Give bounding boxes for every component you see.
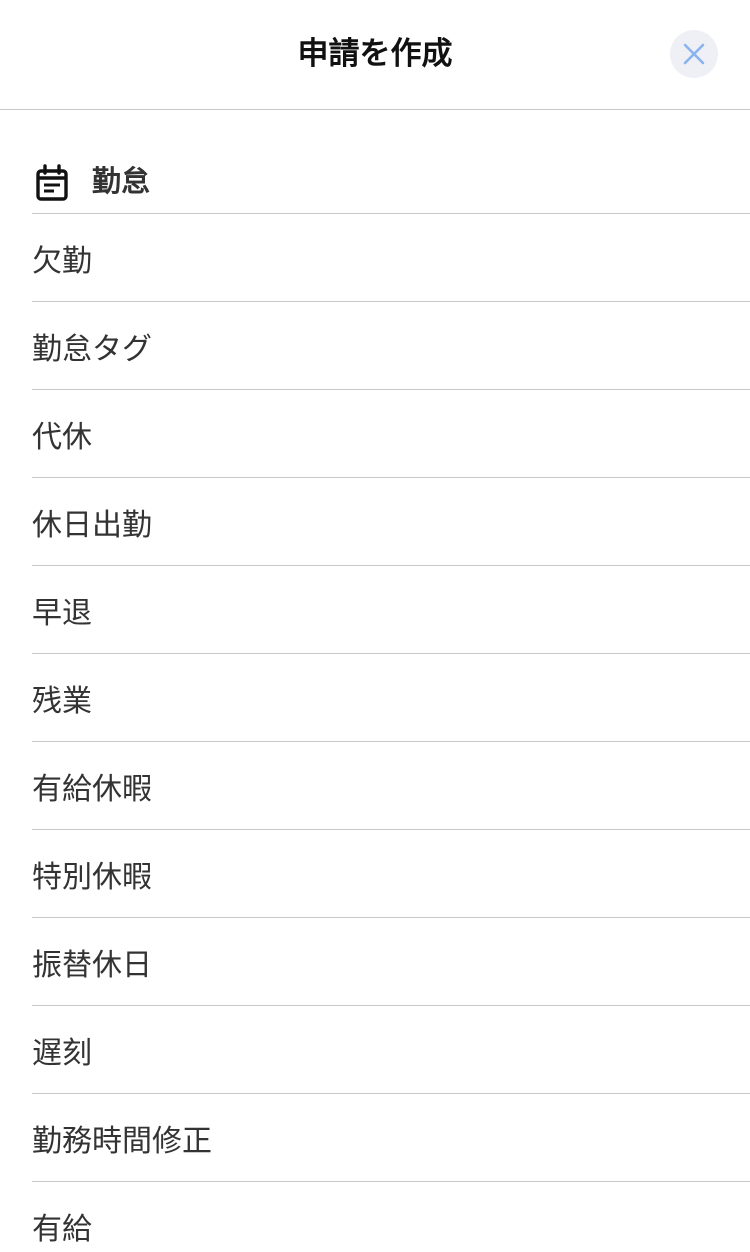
section-title: 勤怠: [92, 164, 151, 198]
list-item-work-time-correction[interactable]: 勤務時間修正: [32, 1094, 750, 1182]
close-icon: [683, 43, 705, 65]
list-item-attendance-tag[interactable]: 勤怠タグ: [32, 302, 750, 390]
section-header: 勤怠: [32, 110, 750, 214]
list-item-paid-leave[interactable]: 有給: [32, 1182, 750, 1252]
list-item-paid-vacation[interactable]: 有給休暇: [32, 742, 750, 830]
list-item-absence[interactable]: 欠勤: [32, 214, 750, 302]
page-title: 申請を作成: [297, 36, 453, 72]
close-button[interactable]: [670, 30, 718, 78]
list-item-special-leave[interactable]: 特別休暇: [32, 830, 750, 918]
list-item-compensatory-leave[interactable]: 代休: [32, 390, 750, 478]
calendar-icon: [36, 164, 68, 201]
sheet-header: 申請を作成: [0, 0, 750, 110]
request-type-list: 欠勤 勤怠タグ 代休 休日出勤 早退 残業 有給休暇 特別休暇 振替休日 遅刻 …: [32, 214, 750, 1252]
attendance-section: 勤怠 欠勤 勤怠タグ 代休 休日出勤 早退 残業 有給休暇 特別休暇 振替休日 …: [32, 110, 750, 1252]
list-item-holiday-work[interactable]: 休日出勤: [32, 478, 750, 566]
list-item-substitute-holiday[interactable]: 振替休日: [32, 918, 750, 1006]
list-item-late-arrival[interactable]: 遅刻: [32, 1006, 750, 1094]
list-item-overtime[interactable]: 残業: [32, 654, 750, 742]
list-item-early-leave[interactable]: 早退: [32, 566, 750, 654]
create-request-sheet: 申請を作成 勤怠 欠勤 勤怠タグ 代休 休日出勤 早退 残業 有給休暇 特別休暇…: [0, 0, 750, 1252]
